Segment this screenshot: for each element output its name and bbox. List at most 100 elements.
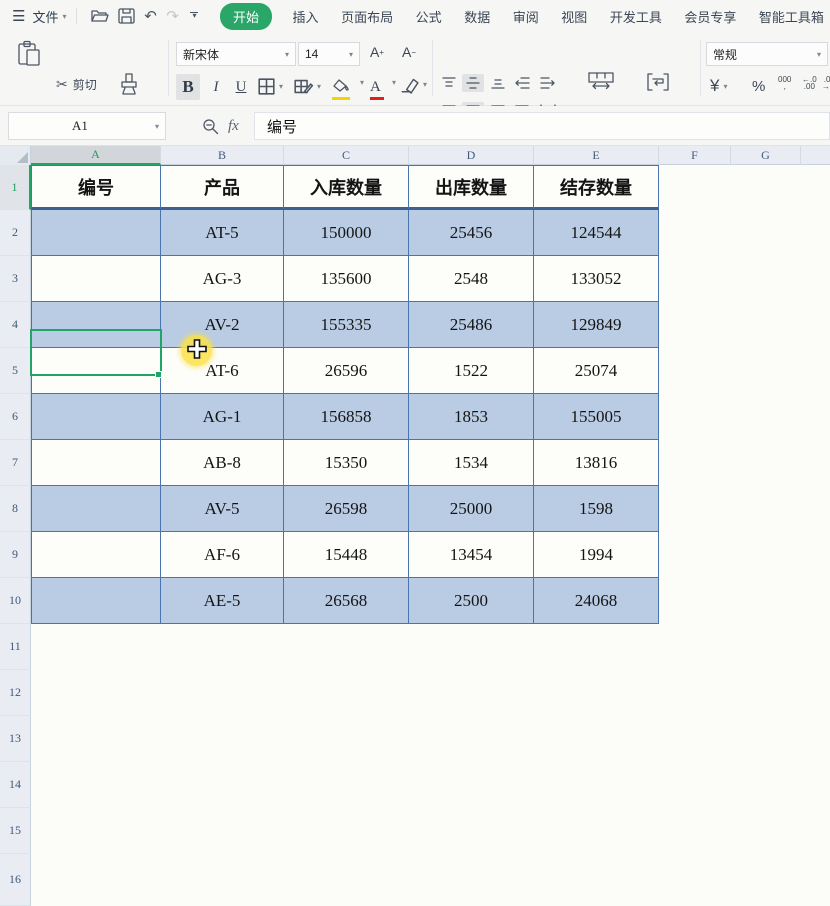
file-caret-icon[interactable]: ▾ [62, 12, 66, 21]
row-header-11[interactable]: 11 [0, 624, 31, 670]
underline-button[interactable]: U [230, 74, 252, 100]
data-cell[interactable]: 24068 [534, 578, 659, 624]
data-cell[interactable] [31, 302, 161, 348]
column-header-B[interactable]: B [161, 146, 284, 165]
increase-decimal-button[interactable]: .00 →.0 [822, 76, 830, 90]
font-name-select[interactable]: 新宋体 ▾ [176, 42, 296, 66]
customize-toolbar-button[interactable]: ▾ [185, 12, 203, 21]
fill-color-caret[interactable]: ▾ [356, 78, 364, 87]
data-cell[interactable]: 150000 [284, 210, 409, 256]
data-cell[interactable]: 1853 [409, 394, 534, 440]
ribbon-tab-开发工具[interactable]: 开发工具 [608, 4, 664, 29]
ribbon-tab-会员专享[interactable]: 会员专享 [682, 4, 738, 29]
ribbon-tab-插入[interactable]: 插入 [291, 4, 321, 29]
ribbon-tab-视图[interactable]: 视图 [559, 4, 589, 29]
row-header-12[interactable]: 12 [0, 670, 31, 716]
header-cell[interactable]: 产品 [161, 165, 284, 210]
format-painter-button[interactable] [116, 72, 142, 100]
align-middle-button[interactable] [462, 74, 484, 92]
header-cell[interactable]: 结存数量 [534, 165, 659, 210]
row-header-13[interactable]: 13 [0, 716, 31, 762]
row-header-6[interactable]: 6 [0, 394, 31, 440]
fill-color-button[interactable] [330, 74, 354, 100]
align-bottom-button[interactable] [487, 74, 509, 92]
data-cell[interactable]: 135600 [284, 256, 409, 302]
undo-button[interactable]: ↶ [139, 7, 161, 25]
zoom-out-button[interactable] [202, 118, 219, 140]
data-cell[interactable]: 13454 [409, 532, 534, 578]
open-file-button[interactable] [89, 5, 111, 27]
data-cell[interactable] [31, 394, 161, 440]
data-cell[interactable]: 15350 [284, 440, 409, 486]
ribbon-tab-智能工具箱[interactable]: 智能工具箱 [757, 4, 826, 29]
decrease-decimal-button[interactable]: ←.0 .00 [802, 76, 817, 90]
data-cell[interactable]: 1994 [534, 532, 659, 578]
header-cell[interactable]: 编号 [31, 165, 161, 210]
select-all-button[interactable] [0, 146, 31, 165]
draw-border-button[interactable]: ▾ [294, 78, 321, 95]
data-cell[interactable]: 26598 [284, 486, 409, 532]
shrink-font-button[interactable]: A− [402, 44, 416, 60]
bold-button[interactable]: B [176, 74, 200, 100]
row-header-4[interactable]: 4 [0, 302, 31, 348]
row-header-3[interactable]: 3 [0, 256, 31, 302]
align-top-button[interactable] [438, 74, 460, 92]
data-cell[interactable]: AB-8 [161, 440, 284, 486]
data-cell[interactable] [31, 440, 161, 486]
data-cell[interactable]: 25074 [534, 348, 659, 394]
data-cell[interactable] [31, 532, 161, 578]
data-cell[interactable]: 1522 [409, 348, 534, 394]
data-cell[interactable]: 25456 [409, 210, 534, 256]
row-header-5[interactable]: 5 [0, 348, 31, 394]
borders-button[interactable]: ▾ [258, 78, 283, 95]
data-cell[interactable]: 25486 [409, 302, 534, 348]
name-box[interactable]: A1 ▾ [8, 112, 166, 140]
row-header-10[interactable]: 10 [0, 578, 31, 624]
redo-button[interactable]: ↷ [161, 7, 183, 25]
save-button[interactable] [115, 5, 137, 27]
row-header-15[interactable]: 15 [0, 808, 31, 854]
column-header-F[interactable]: F [659, 146, 731, 165]
column-header-G[interactable]: G [731, 146, 801, 165]
data-cell[interactable]: 155335 [284, 302, 409, 348]
hamburger-icon[interactable]: ☰ [12, 7, 25, 25]
percent-button[interactable]: % [752, 78, 765, 95]
data-cell[interactable]: 2500 [409, 578, 534, 624]
data-cell[interactable]: 156858 [284, 394, 409, 440]
wrap-text-icon-btn[interactable] [646, 72, 670, 92]
data-cell[interactable]: 15448 [284, 532, 409, 578]
data-cell[interactable]: AV-5 [161, 486, 284, 532]
data-cell[interactable]: 25000 [409, 486, 534, 532]
ribbon-tab-审阅[interactable]: 审阅 [511, 4, 541, 29]
data-cell[interactable]: 2548 [409, 256, 534, 302]
ribbon-tab-公式[interactable]: 公式 [414, 4, 444, 29]
data-cell[interactable]: 129849 [534, 302, 659, 348]
number-format-select[interactable]: 常规 ▾ [706, 42, 828, 66]
data-cell[interactable]: 133052 [534, 256, 659, 302]
paste-button[interactable] [16, 40, 42, 68]
font-color-caret[interactable]: ▾ [388, 78, 396, 87]
row-header-9[interactable]: 9 [0, 532, 31, 578]
data-cell[interactable]: AG-1 [161, 394, 284, 440]
row-header-2[interactable]: 2 [0, 210, 31, 256]
italic-button[interactable]: I [206, 74, 226, 100]
data-cell[interactable]: AF-6 [161, 532, 284, 578]
data-cell[interactable]: 13816 [534, 440, 659, 486]
data-cell[interactable]: AE-5 [161, 578, 284, 624]
data-cell[interactable]: AT-6 [161, 348, 284, 394]
increase-indent-button[interactable] [536, 74, 559, 92]
data-cell[interactable]: 26568 [284, 578, 409, 624]
decrease-indent-button[interactable] [511, 74, 534, 92]
cut-button[interactable]: ✂ 剪切 [56, 76, 97, 93]
clear-format-button[interactable]: ▾ [400, 76, 427, 93]
row-header-7[interactable]: 7 [0, 440, 31, 486]
column-header-C[interactable]: C [284, 146, 409, 165]
data-cell[interactable] [31, 578, 161, 624]
fx-icon[interactable]: fx [228, 118, 239, 135]
merge-center-icon-btn[interactable] [588, 72, 614, 92]
font-color-button[interactable]: A [368, 74, 386, 100]
column-header-A[interactable]: A [31, 146, 161, 165]
data-cell[interactable]: AV-2 [161, 302, 284, 348]
data-cell[interactable]: 26596 [284, 348, 409, 394]
formula-input[interactable]: 编号 [254, 112, 830, 140]
